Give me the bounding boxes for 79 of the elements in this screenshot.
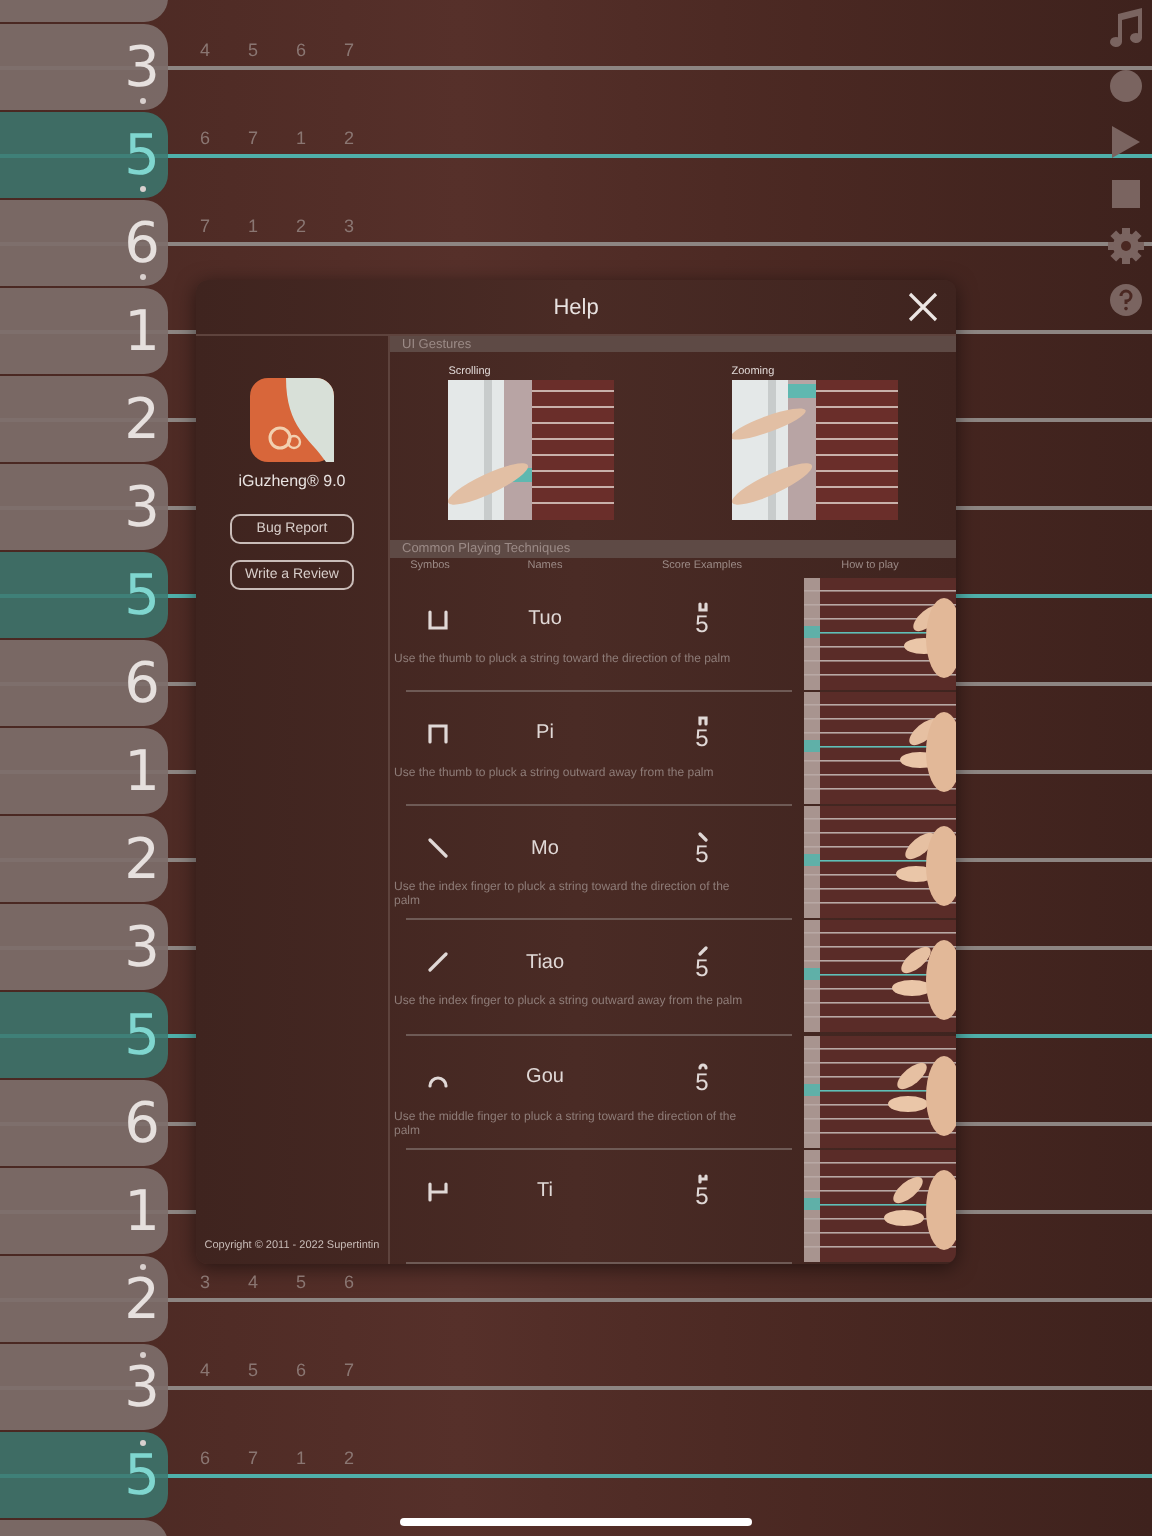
- fret-number: 7: [248, 127, 259, 147]
- fret-number: 7: [344, 39, 355, 59]
- string-key[interactable]: 5: [0, 552, 168, 638]
- string-key[interactable]: 5: [0, 112, 168, 198]
- fret-number: 4: [248, 1271, 259, 1291]
- close-button[interactable]: [906, 290, 940, 324]
- string-key[interactable]: 1: [0, 728, 168, 814]
- record-icon[interactable]: [1108, 68, 1144, 104]
- fret-number: 6: [344, 1271, 355, 1291]
- play-icon[interactable]: [1110, 124, 1142, 160]
- fret-number: 2: [344, 1447, 355, 1467]
- fret-number: 7: [248, 1447, 259, 1467]
- string-key[interactable]: 2: [0, 1256, 168, 1342]
- ti-symbol-icon: [428, 1181, 448, 1202]
- fret-number: 6: [296, 39, 307, 59]
- string-key[interactable]: 2: [0, 376, 168, 462]
- app-name: iGuzheng® 9.0: [238, 472, 346, 490]
- dialog-title: Help: [553, 295, 599, 319]
- fret-number: 1: [296, 1447, 307, 1467]
- octave-dot: [139, 1439, 146, 1445]
- fret-number: 5: [248, 39, 259, 59]
- octave-dot: [139, 185, 146, 191]
- fret-number: 5: [296, 1271, 307, 1291]
- tuo-symbol-icon: [428, 609, 448, 630]
- string-key[interactable]: 6: [0, 640, 168, 726]
- fret-number: 1: [248, 215, 259, 235]
- technique-name: Pi: [534, 722, 556, 745]
- string-key[interactable]: 1: [0, 288, 168, 374]
- fret-number: 1: [296, 127, 307, 147]
- score-note: 5: [695, 841, 709, 866]
- fret-number: 4: [200, 1359, 211, 1379]
- string-key[interactable]: 3: [0, 904, 168, 990]
- settings-icon[interactable]: [1108, 228, 1144, 264]
- score-mark-icon: [697, 945, 707, 956]
- score-note: 5: [695, 1070, 709, 1095]
- technique-name: Tuo: [526, 608, 564, 631]
- fret-number: 2: [344, 127, 355, 147]
- score-mark-icon: [697, 831, 707, 842]
- fret-number: 2: [296, 215, 307, 235]
- octave-dot: [139, 97, 146, 103]
- string-key[interactable]: 5: [0, 992, 168, 1078]
- technique-name: Tiao: [523, 951, 567, 974]
- string-key[interactable]: 2: [0, 816, 168, 902]
- fret-number: 6: [200, 1447, 211, 1467]
- score-mark-icon: [697, 602, 707, 613]
- tiao-symbol-icon: [428, 952, 448, 973]
- technique-name: Gou: [524, 1066, 566, 1089]
- score-mark-icon: [697, 1060, 707, 1071]
- string-key[interactable]: 5: [0, 1432, 168, 1518]
- fret-number: 3: [200, 1271, 211, 1291]
- score-mark-icon: [697, 716, 707, 727]
- string-key[interactable]: 3: [0, 464, 168, 550]
- fret-number: 5: [248, 1359, 259, 1379]
- string-key[interactable]: 3: [0, 1344, 168, 1430]
- string-key[interactable]: 1: [0, 1168, 168, 1254]
- music-note-icon[interactable]: [1108, 8, 1144, 48]
- octave-dot: [139, 273, 146, 279]
- fret-number: 7: [200, 215, 211, 235]
- octave-dot: [139, 1263, 146, 1269]
- technique-name: Ti: [535, 1180, 555, 1203]
- fret-number: 7: [344, 1359, 355, 1379]
- score-note: 5: [695, 612, 709, 637]
- technique-name: Mo: [529, 837, 561, 860]
- score-note: 5: [695, 726, 709, 751]
- score-note: 5: [695, 955, 709, 980]
- help-icon[interactable]: [1110, 284, 1142, 316]
- fret-number: 4: [200, 39, 211, 59]
- octave-dot: [139, 1351, 146, 1357]
- fret-number: 6: [296, 1359, 307, 1379]
- mo-symbol-icon: [428, 838, 448, 859]
- score-mark-icon: [697, 1174, 707, 1185]
- string-key[interactable]: 6: [0, 200, 168, 286]
- string-key[interactable]: 3: [0, 24, 168, 110]
- string-key[interactable]: 6: [0, 1080, 168, 1166]
- fret-number: 6: [200, 127, 211, 147]
- fret-number: 3: [344, 215, 355, 235]
- pi-symbol-icon: [428, 723, 448, 744]
- score-note: 5: [695, 1184, 709, 1209]
- app-icon: [250, 378, 334, 462]
